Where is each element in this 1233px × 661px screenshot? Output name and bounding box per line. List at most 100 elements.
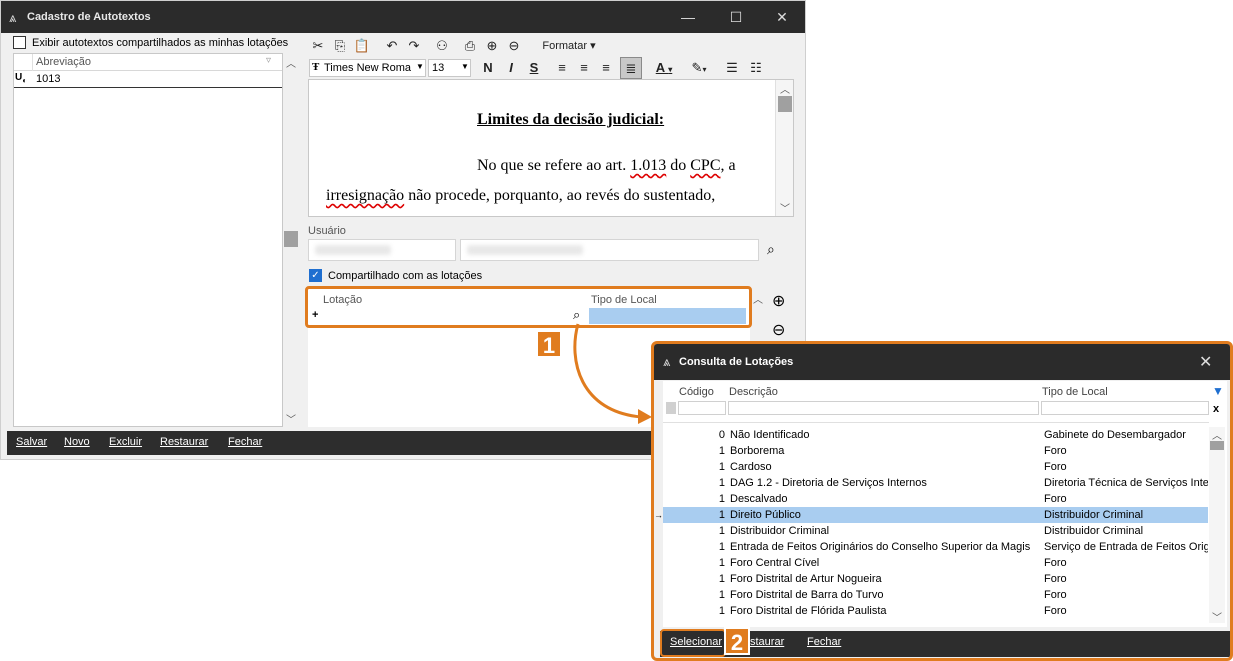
column-header-descricao[interactable]: Descrição: [729, 386, 778, 398]
clear-filter-icon[interactable]: x: [1213, 403, 1219, 415]
cell-descricao: Borborema: [730, 445, 785, 457]
dialog-title-bar: ⩓ Consulta de Lotações ✕: [654, 344, 1230, 380]
scroll-thumb[interactable]: [1210, 441, 1224, 450]
column-header-codigo[interactable]: Código: [679, 386, 714, 398]
restore-button[interactable]: staurar: [750, 636, 784, 648]
format-menu[interactable]: Formatar ▾: [539, 35, 599, 57]
justify-icon[interactable]: ≣: [620, 57, 642, 79]
align-center-icon[interactable]: ≡: [575, 57, 593, 79]
column-header-tipo[interactable]: Tipo de Local: [1042, 386, 1108, 398]
column-header-tipo[interactable]: Tipo de Local: [591, 294, 657, 306]
scroll-thumb[interactable]: [284, 231, 298, 247]
font-color-icon[interactable]: A ▾: [649, 57, 679, 79]
numbered-list-icon[interactable]: ☷: [747, 57, 765, 79]
bullet-list-icon[interactable]: ☰: [723, 57, 741, 79]
filter-icon[interactable]: ▿: [266, 55, 271, 66]
grid-scroll-up-icon[interactable]: ︿: [753, 291, 763, 306]
zoom-in-icon[interactable]: ⊕: [483, 35, 501, 57]
align-left-icon[interactable]: ≡: [553, 57, 571, 79]
scroll-up-icon[interactable]: ︿: [1212, 427, 1222, 442]
user-name-field[interactable]: [460, 239, 759, 261]
delete-button[interactable]: Excluir: [109, 436, 142, 448]
table-row[interactable]: 1 Borborema Foro: [663, 443, 1208, 459]
table-scrollbar[interactable]: ︿ ﹀: [1209, 427, 1225, 624]
shared-checkbox[interactable]: ✓: [309, 269, 322, 282]
list-item[interactable]: U◐ 1013: [14, 72, 282, 88]
scroll-down-icon[interactable]: ﹀: [1212, 609, 1222, 624]
editor-toolbar: ✂ ⎘ 📋 ↶ ↷ ⚇ ⎙ ⊕ ⊖ Formatar ▾: [307, 35, 801, 57]
table-header: Código Descrição Tipo de Local: [663, 381, 1209, 423]
cell-codigo: 1: [718, 557, 725, 569]
table-row[interactable]: 1 Cardoso Foro: [663, 459, 1208, 475]
scroll-up-icon[interactable]: ︿: [286, 55, 296, 70]
editor-scrollbar[interactable]: ︿ ﹀: [775, 80, 793, 216]
cell-tipo: Distribuidor Criminal: [1044, 525, 1144, 537]
column-header-lotacao[interactable]: Lotação: [323, 294, 362, 306]
document-line-2: irresignação não procede, porquanto, ao …: [326, 187, 716, 204]
close-button[interactable]: Fechar: [807, 636, 841, 648]
copy-icon[interactable]: ⎘: [331, 35, 349, 57]
maximize-icon[interactable]: ☐: [721, 7, 751, 27]
scroll-thumb[interactable]: [778, 96, 792, 112]
close-button[interactable]: Fechar: [228, 436, 262, 448]
table-row[interactable]: → 1 Direito Público Distribuidor Criminal: [654, 507, 1208, 523]
text-editor[interactable]: Limites da decisão judicial: No que se r…: [308, 79, 794, 217]
scroll-down-icon[interactable]: ﹀: [780, 200, 790, 215]
table-row[interactable]: 0 Não Identificado Gabinete do Desembargad…: [663, 427, 1208, 443]
add-icon[interactable]: ⊕: [772, 291, 785, 311]
redo-icon[interactable]: ↷: [405, 35, 423, 57]
table-row[interactable]: 1 Foro Distrital de Flórida Paulista Foro: [663, 603, 1208, 619]
user-id-field[interactable]: [308, 239, 456, 261]
highlight-icon[interactable]: ✎▾: [683, 57, 715, 79]
paste-icon[interactable]: 📋: [353, 35, 371, 57]
chevron-down-icon[interactable]: ▼: [461, 62, 469, 71]
close-icon[interactable]: ✕: [1199, 352, 1212, 372]
zoom-out-icon[interactable]: ⊖: [505, 35, 523, 57]
minimize-icon[interactable]: —: [673, 7, 703, 27]
close-icon[interactable]: ✕: [767, 7, 797, 27]
column-header-abreviacao[interactable]: Abreviação: [36, 56, 91, 68]
find-icon[interactable]: ⚇: [431, 35, 453, 57]
show-shared-checkbox[interactable]: [13, 36, 26, 49]
table-row[interactable]: 1 Entrada de Feitos Originários do Consel…: [663, 539, 1208, 555]
list-scrollbar[interactable]: ︿ ﹀: [283, 53, 299, 427]
table-row[interactable]: 1 Foro Central Cível Foro: [663, 555, 1208, 571]
underline-icon[interactable]: S: [525, 57, 543, 79]
list-header: Abreviação ▿: [14, 54, 282, 71]
filter-icon[interactable]: ▼: [1212, 384, 1224, 398]
chevron-down-icon[interactable]: ▼: [416, 62, 424, 71]
restore-button[interactable]: Restaurar: [160, 436, 208, 448]
new-button[interactable]: Novo: [64, 436, 90, 448]
italic-icon[interactable]: I: [502, 57, 520, 79]
title-bar: ⩓ Cadastro de Autotextos — ☐ ✕: [1, 1, 805, 33]
search-icon[interactable]: ⌕: [767, 241, 775, 258]
format-toolbar: Ŧ Times New Roma ▼ 13 ▼ N I S ≡ ≡ ≡ ≣ A …: [307, 57, 801, 79]
scroll-up-icon[interactable]: ︿: [780, 81, 790, 96]
save-button[interactable]: Salvar: [16, 436, 47, 448]
lotacoes-table[interactable]: Código Descrição Tipo de Local ▼ x 0 Não …: [654, 381, 1227, 627]
table-row[interactable]: 1 DAG 1.2 - Diretoria de Serviços Interno…: [663, 475, 1208, 491]
cell-tipo: Foro: [1044, 445, 1067, 457]
align-right-icon[interactable]: ≡: [597, 57, 615, 79]
scroll-down-icon[interactable]: ﹀: [286, 411, 296, 426]
table-row[interactable]: 1 Foro Distrital de Artur Nogueira Foro: [663, 571, 1208, 587]
document-heading: Limites da decisão judicial:: [477, 111, 665, 128]
bold-icon[interactable]: N: [479, 57, 497, 79]
remove-icon[interactable]: ⊖: [772, 320, 785, 340]
print-icon[interactable]: ⎙: [461, 35, 479, 57]
user-shared-icon: U◐: [15, 72, 28, 85]
shared-checkbox-label[interactable]: Compartilhado com as lotações: [328, 270, 482, 282]
filter-codigo-input[interactable]: [678, 401, 726, 415]
font-name-select[interactable]: Ŧ Times New Roma ▼: [309, 59, 426, 77]
cut-icon[interactable]: ✂: [309, 35, 327, 57]
select-button[interactable]: Selecionar: [670, 636, 722, 648]
table-row[interactable]: 1 Descalvado Foro: [663, 491, 1208, 507]
filter-tipo-input[interactable]: [1041, 401, 1209, 415]
undo-icon[interactable]: ↶: [383, 35, 401, 57]
table-row[interactable]: 1 Distribuidor Criminal Distribuidor Crimi…: [663, 523, 1208, 539]
table-row[interactable]: 1 Foro Distrital de Barra do Turvo Foro: [663, 587, 1208, 603]
filter-descricao-input[interactable]: [728, 401, 1039, 415]
autotext-list[interactable]: Abreviação ▿ U◐ 1013: [13, 53, 283, 427]
font-size-select[interactable]: 13 ▼: [428, 59, 471, 77]
show-shared-checkbox-label[interactable]: Exibir autotextos compartilhados as minh…: [32, 37, 288, 49]
